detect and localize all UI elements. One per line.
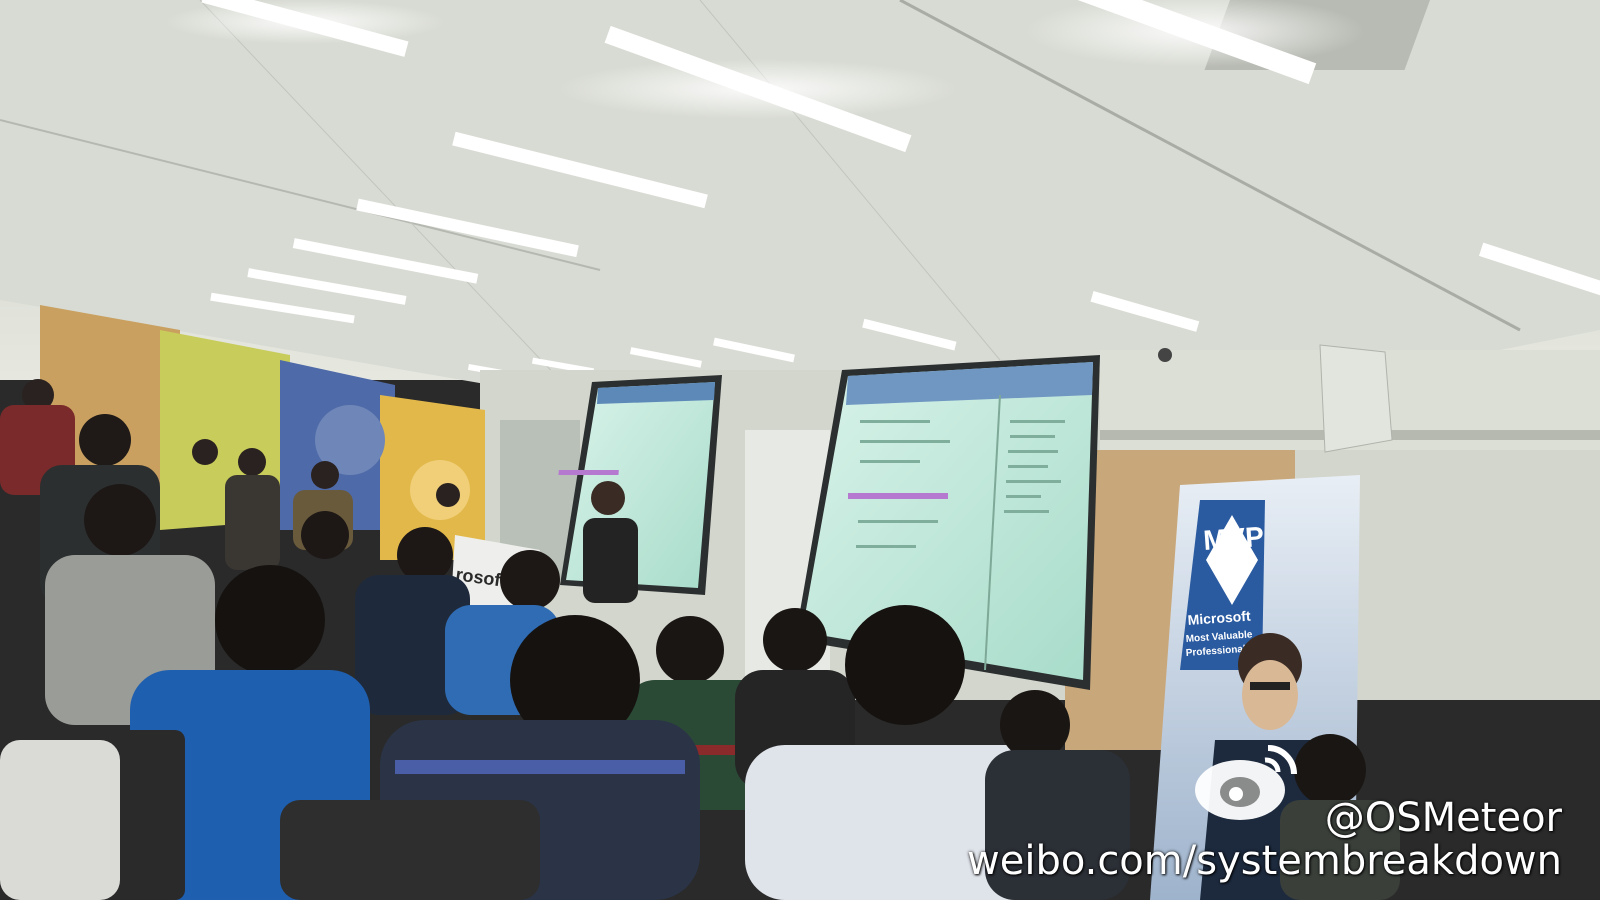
watermark-handle: @OSMeteor <box>1324 795 1562 841</box>
classroom-photo: rosof MVP Microsoft Most Valuable Profes… <box>0 0 1600 900</box>
banner-portrait <box>1242 660 1298 730</box>
photo-scene: rosof MVP Microsoft Most Valuable Profes… <box>0 0 1600 900</box>
mvp-badge-text: MVP <box>1202 521 1265 556</box>
watermark-url: weibo.com/systembreakdown <box>967 838 1562 884</box>
camera <box>1158 348 1172 362</box>
wall-speaker <box>1319 344 1393 453</box>
